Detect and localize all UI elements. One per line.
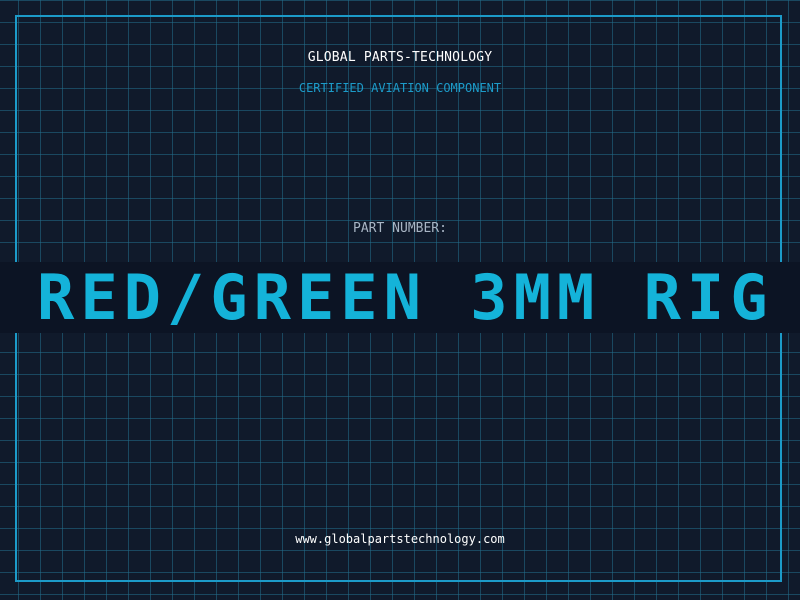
website-url[interactable]: www.globalpartstechnology.com	[0, 532, 800, 546]
part-number-band: RED/GREEN 3MM RIG	[0, 262, 800, 333]
part-number-label: PART NUMBER:	[353, 221, 447, 236]
certification-subtitle: CERTIFIED AVIATION COMPONENT	[298, 81, 502, 95]
company-name: GLOBAL PARTS-TECHNOLOGY	[307, 50, 493, 65]
part-number-value: RED/GREEN 3MM RIG	[37, 262, 774, 333]
label-canvas: GLOBAL PARTS-TECHNOLOGY CERTIFIED AVIATI…	[0, 0, 800, 600]
